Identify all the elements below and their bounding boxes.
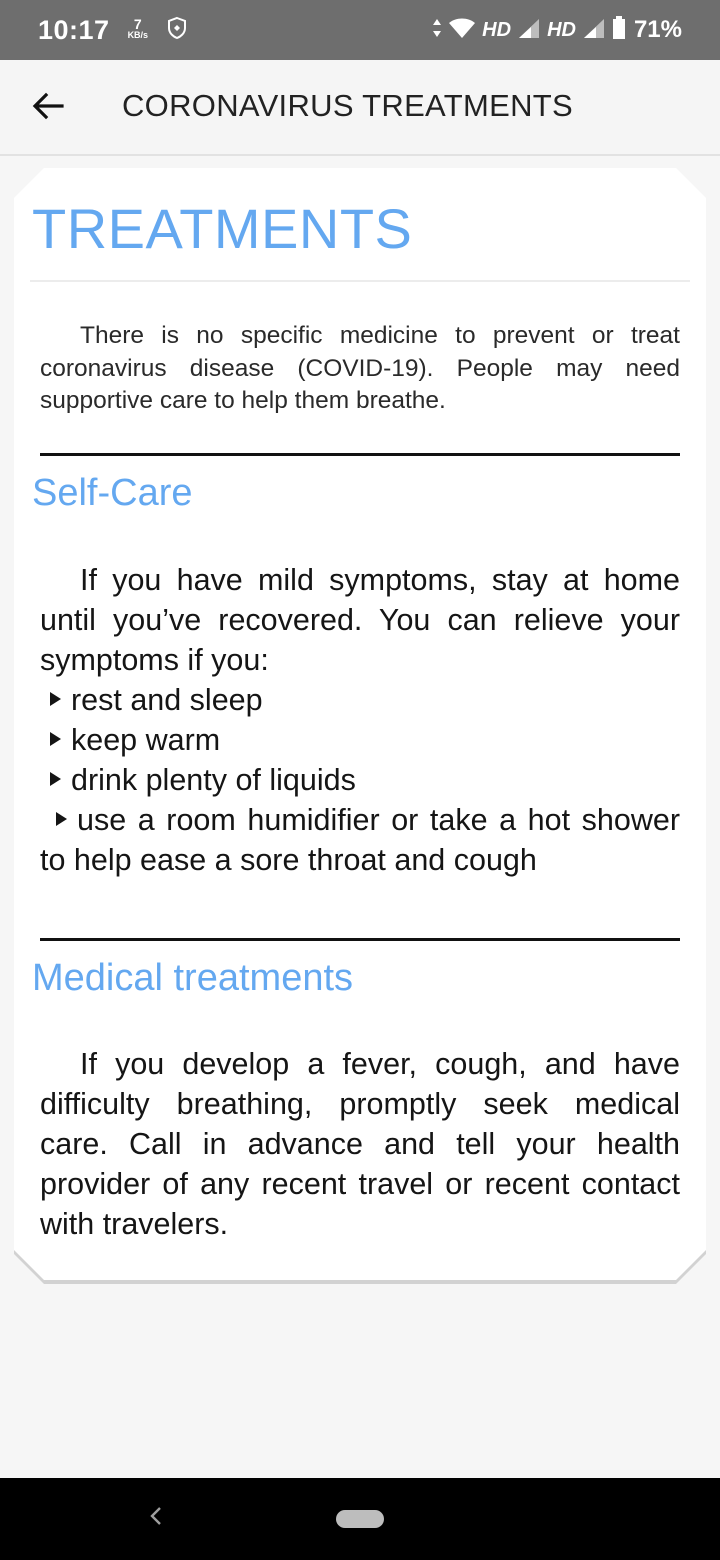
page-title: CORONAVIRUS TREATMENTS <box>122 88 573 123</box>
vpn-shield-icon <box>166 16 188 45</box>
list-item: rest and sleep <box>40 680 680 720</box>
battery-percentage: 71% <box>633 16 682 43</box>
network-speed-unit: KB/s <box>127 30 149 40</box>
nav-home-button[interactable] <box>336 1510 384 1528</box>
signal-icon-2 <box>582 17 606 44</box>
network-speed-indicator: 7 KB/s <box>127 16 149 41</box>
signal-icon <box>517 17 541 44</box>
treatments-heading: TREATMENTS <box>32 197 413 260</box>
status-right: HD HD 71% <box>432 15 682 45</box>
heading-divider <box>30 280 690 282</box>
section-divider-1 <box>40 453 680 456</box>
nav-back-button[interactable] <box>138 1498 174 1538</box>
content-card: TREATMENTS There is no specific medicine… <box>14 168 706 1280</box>
triangle-bullet-icon <box>50 692 61 706</box>
data-arrows-icon <box>432 18 442 43</box>
list-item: drink plenty of liquids <box>40 760 680 800</box>
self-care-body: If you have mild symptoms, stay at home … <box>40 560 680 880</box>
status-time: 10:17 <box>38 14 110 45</box>
triangle-bullet-icon <box>50 732 61 746</box>
triangle-bullet-icon <box>56 812 67 826</box>
app-bar: CORONAVIRUS TREATMENTS <box>0 60 720 156</box>
wifi-icon <box>448 17 476 44</box>
hd-label-2: HD <box>547 18 576 41</box>
chevron-left-icon <box>148 1505 164 1532</box>
medical-treatments-heading: Medical treatments <box>32 957 354 999</box>
section-divider-2 <box>40 938 680 941</box>
network-speed-value: 7 <box>133 16 142 32</box>
back-button[interactable] <box>22 82 74 134</box>
intro-paragraph: There is no specific medicine to prevent… <box>40 322 680 414</box>
status-bar: 10:17 7 KB/s HD HD 71% <box>0 0 720 60</box>
self-care-heading: Self-Care <box>32 472 193 514</box>
arrow-left-icon <box>32 92 64 125</box>
medical-treatments-text: If you develop a fever, cough, and have … <box>40 1047 680 1241</box>
triangle-bullet-icon <box>50 772 61 786</box>
navigation-bar <box>0 1478 720 1560</box>
battery-icon <box>612 15 626 45</box>
self-care-text: If you have mild symptoms, stay at home … <box>40 563 680 677</box>
hd-label: HD <box>482 18 512 41</box>
medical-treatments-body: If you develop a fever, cough, and have … <box>40 1044 680 1244</box>
status-left: 10:17 7 KB/s <box>38 15 188 46</box>
list-item: keep warm <box>40 720 680 760</box>
list-item: use a room humidifier or take a hot show… <box>40 803 680 877</box>
